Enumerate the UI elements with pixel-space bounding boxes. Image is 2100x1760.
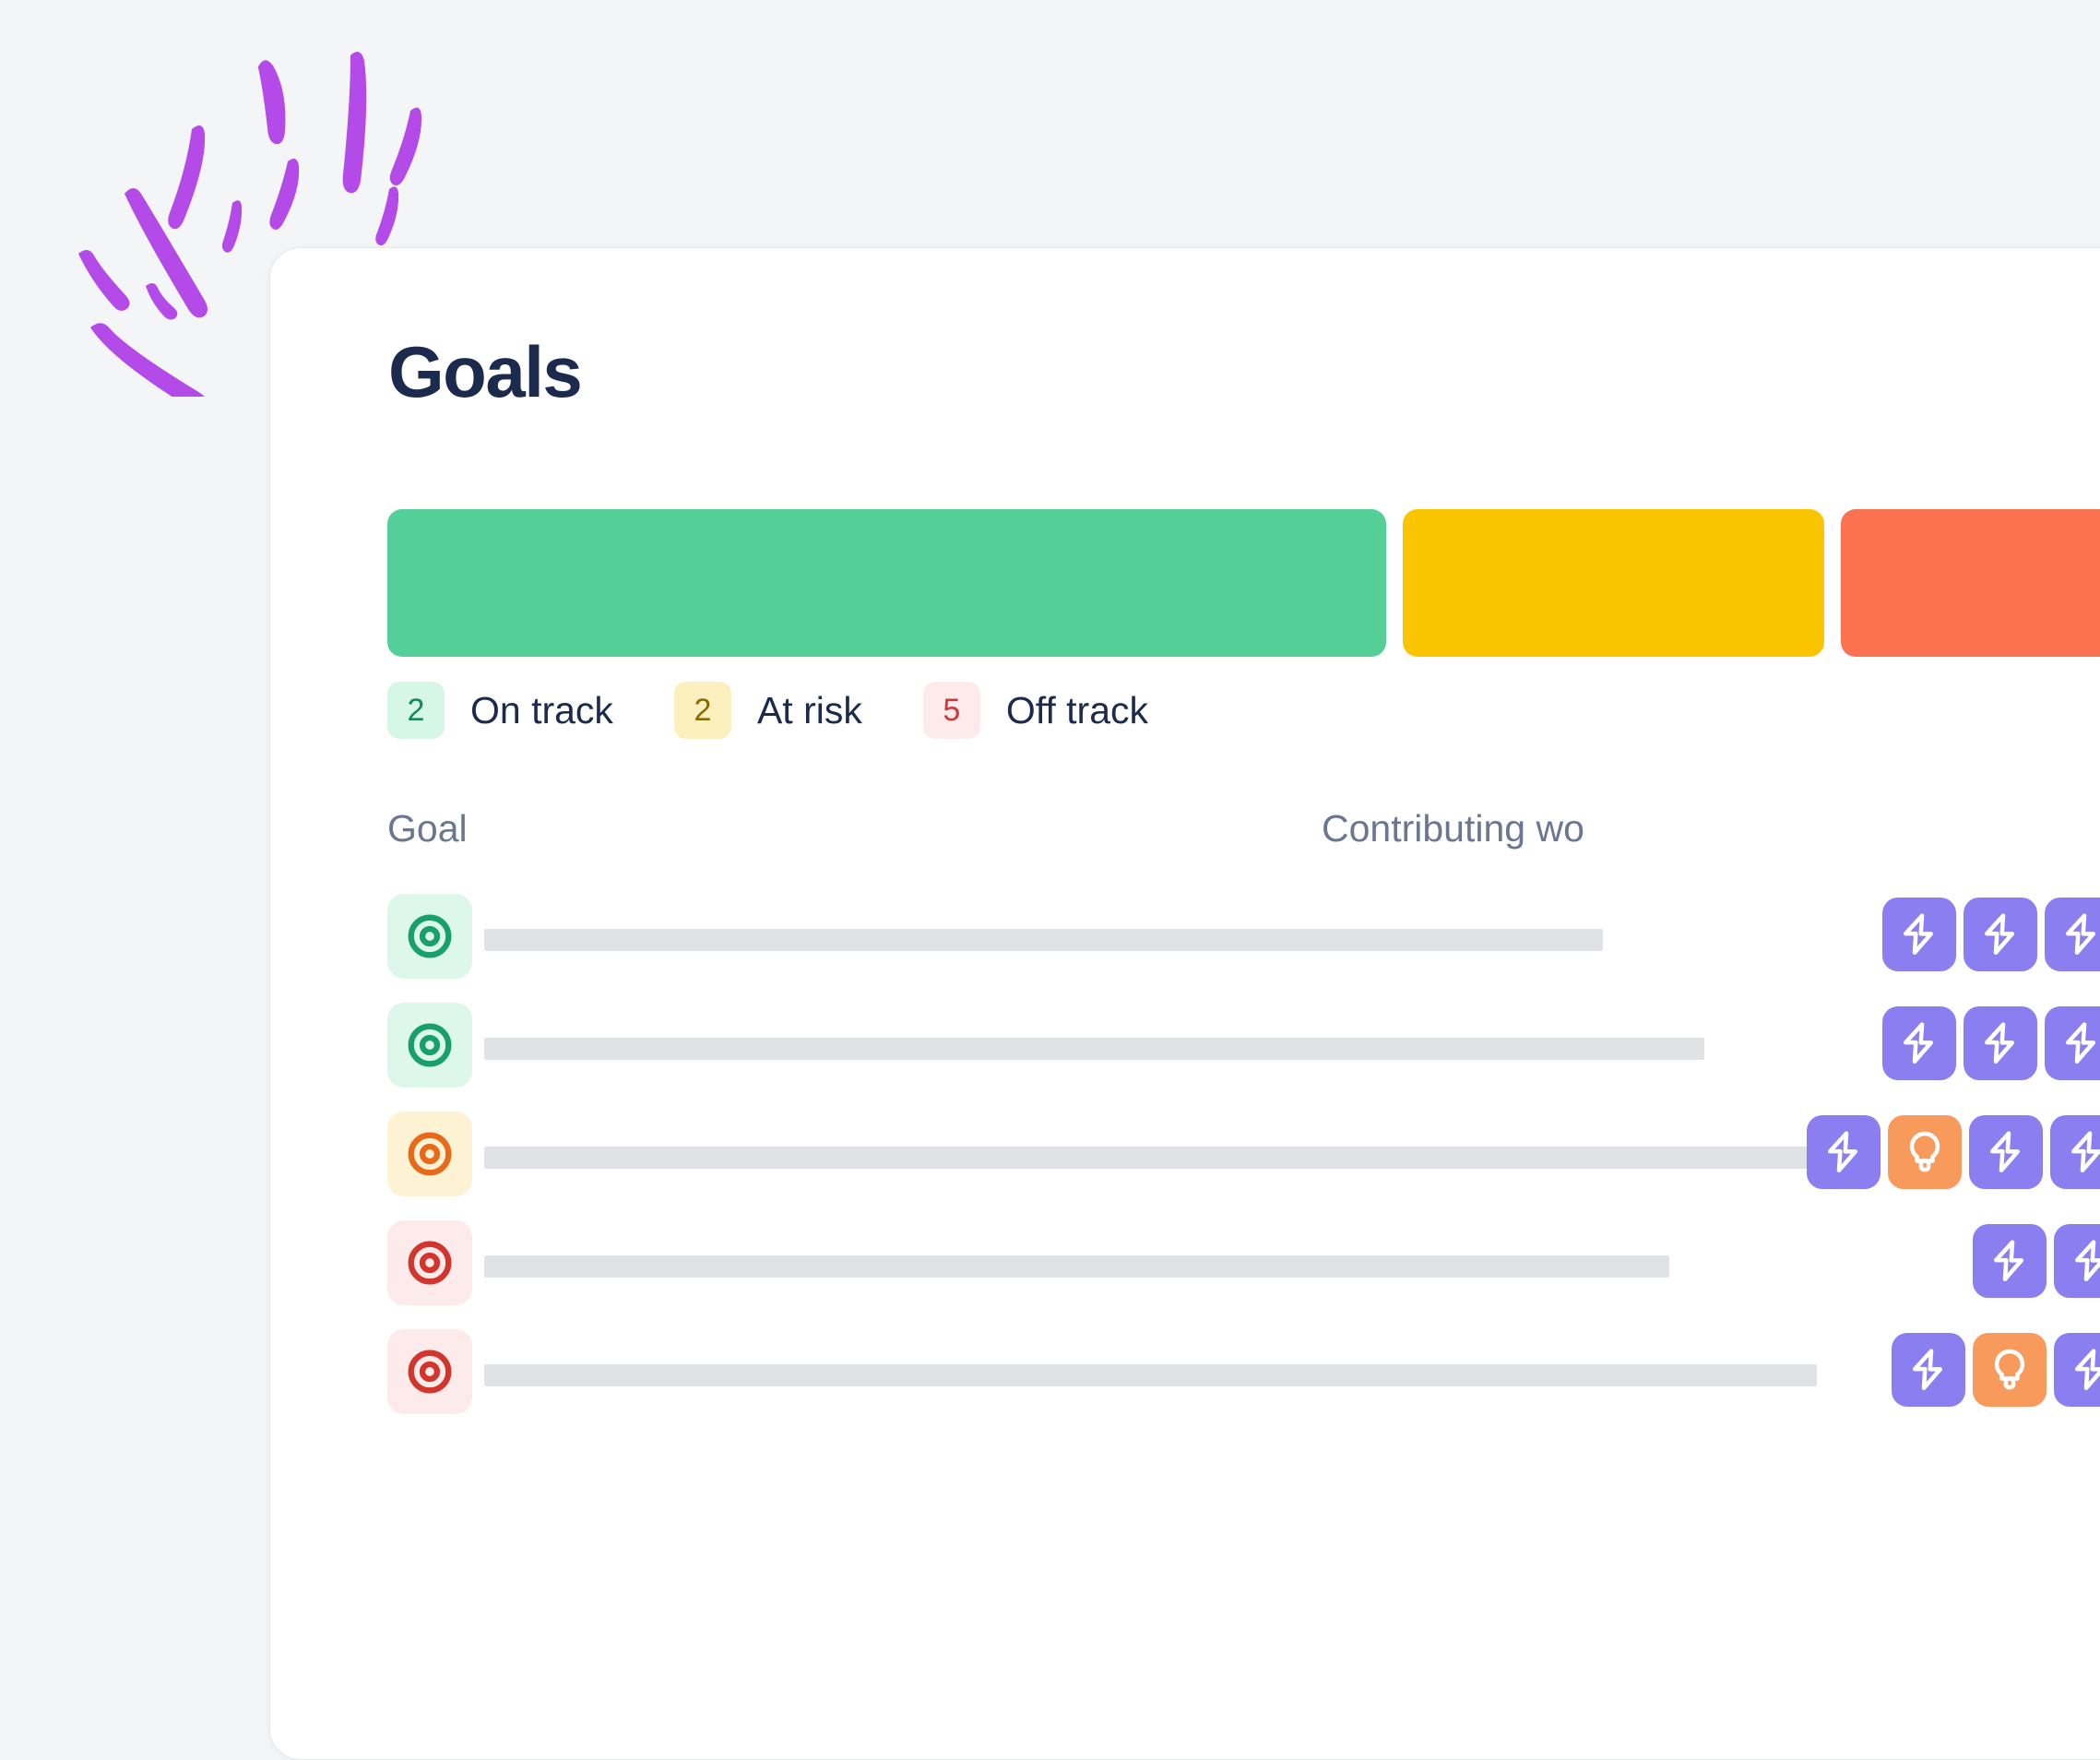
legend-label-at-risk: At risk [756, 688, 862, 731]
contributing-work-badges [1882, 898, 2100, 971]
lightning-bolt-icon [1993, 1240, 2024, 1281]
goal-row[interactable] [270, 894, 2100, 1003]
goal-row[interactable] [270, 1329, 2100, 1438]
lightning-bolt-icon [2074, 1240, 2100, 1281]
contributing-work-badge-task[interactable] [1807, 1115, 1881, 1189]
goal-name-placeholder [484, 929, 1603, 951]
contributing-work-badge-task[interactable] [1969, 1115, 2043, 1189]
goal-status-icon-at-risk [387, 1112, 472, 1196]
target-icon [408, 1023, 452, 1067]
legend-count-on-track: 2 [387, 682, 445, 739]
contributing-work-badge-task[interactable] [2045, 898, 2100, 971]
status-segment-off-track[interactable] [1841, 509, 2100, 657]
goal-status-icon-on-track [387, 894, 472, 979]
target-icon [408, 1350, 452, 1394]
goal-row[interactable] [270, 1112, 2100, 1220]
lightning-bolt-icon [2065, 1022, 2096, 1064]
goal-name-placeholder [484, 1147, 1868, 1169]
contributing-work-badge-task[interactable] [1964, 898, 2037, 971]
contributing-work-badges [1973, 1224, 2100, 1298]
lightning-bolt-icon [1903, 913, 1934, 955]
lightning-bolt-icon [1903, 1022, 1934, 1064]
contributing-work-badge-task[interactable] [1882, 898, 1956, 971]
target-icon [408, 914, 452, 958]
contributing-work-badge-task[interactable] [1964, 1006, 2037, 1080]
lightning-bolt-icon [1989, 1131, 2021, 1172]
legend-label-off-track: Off track [1005, 688, 1149, 731]
contributing-work-badges [1892, 1333, 2100, 1407]
legend-count-at-risk: 2 [673, 682, 731, 739]
goal-name-placeholder [484, 1364, 1817, 1386]
goal-row[interactable] [270, 1003, 2100, 1112]
contributing-work-badge-task[interactable] [2045, 1006, 2100, 1080]
target-icon [408, 1241, 452, 1285]
lightbulb-icon [1909, 1131, 1940, 1172]
status-legend: 2 On track 2 At risk 5 Off track [387, 682, 1148, 739]
lightning-bolt-icon [2070, 1131, 2100, 1172]
contributing-work-badge-idea[interactable] [1888, 1115, 1962, 1189]
page-title: Goals [388, 331, 583, 412]
status-segment-at-risk[interactable] [1403, 509, 1824, 657]
legend-label-on-track: On track [470, 688, 613, 731]
goal-row[interactable] [270, 1220, 2100, 1329]
contributing-work-badge-task[interactable] [2054, 1224, 2100, 1298]
status-distribution-bar [387, 509, 2100, 657]
contributing-work-badge-task[interactable] [2054, 1333, 2100, 1407]
contributing-work-badge-task[interactable] [1892, 1333, 1965, 1407]
lightning-bolt-icon [2074, 1349, 2100, 1390]
goal-name-placeholder [484, 1255, 1669, 1278]
contributing-work-badge-task[interactable] [2050, 1115, 2100, 1189]
column-header-contributing-work: Contributing wo [1322, 807, 1584, 850]
goal-status-icon-off-track [387, 1329, 472, 1414]
legend-item-off-track[interactable]: 5 Off track [922, 682, 1149, 739]
contributing-work-badge-task[interactable] [1973, 1224, 2047, 1298]
goals-card: Goals 2 On track 2 At risk 5 Off track G… [269, 247, 2100, 1760]
lightbulb-icon [1994, 1349, 2025, 1390]
contributing-work-badges [1882, 1006, 2100, 1080]
lightning-bolt-icon [1827, 1131, 1858, 1172]
status-segment-on-track[interactable] [387, 509, 1386, 657]
target-icon [408, 1132, 452, 1176]
legend-count-off-track: 5 [922, 682, 980, 739]
column-header-goal: Goal [387, 807, 468, 850]
lightning-bolt-icon [1912, 1349, 1943, 1390]
goal-status-icon-on-track [387, 1003, 472, 1088]
lightning-bolt-icon [2065, 913, 2096, 955]
contributing-work-badges [1807, 1115, 2100, 1189]
goal-status-icon-off-track [387, 1220, 472, 1305]
goal-name-placeholder [484, 1038, 1704, 1060]
legend-item-at-risk[interactable]: 2 At risk [673, 682, 862, 739]
legend-item-on-track[interactable]: 2 On track [387, 682, 613, 739]
contributing-work-badge-task[interactable] [1882, 1006, 1956, 1080]
contributing-work-badge-idea[interactable] [1973, 1333, 2047, 1407]
goals-list [270, 894, 2100, 1438]
lightning-bolt-icon [1984, 913, 2015, 955]
lightning-bolt-icon [1984, 1022, 2015, 1064]
